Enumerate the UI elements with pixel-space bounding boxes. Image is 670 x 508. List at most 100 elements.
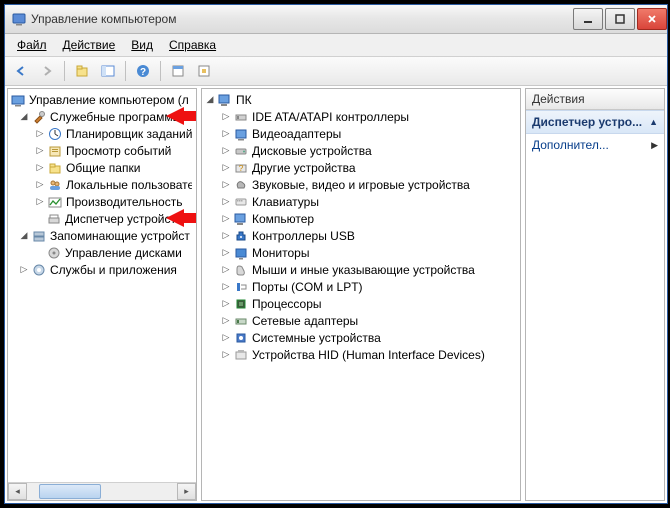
tree-label: Локальные пользовате <box>66 178 192 192</box>
tree-label: Контроллеры USB <box>252 229 355 243</box>
scroll-left-button[interactable]: ◂ <box>8 483 27 500</box>
tree-item-eventviewer[interactable]: ▷ Просмотр событий <box>8 142 196 159</box>
device-icon <box>233 177 249 193</box>
expand-icon[interactable]: ▷ <box>220 332 232 344</box>
middle-pane: ◢ ПК ▷IDE ATA/ATAPI контроллеры▷Видеоада… <box>201 88 521 501</box>
device-icon <box>233 126 249 142</box>
expand-icon[interactable]: ▷ <box>220 162 232 174</box>
expand-icon[interactable]: ▷ <box>220 145 232 157</box>
expand-icon[interactable]: ▷ <box>34 162 46 174</box>
tree-label: Порты (COM и LPT) <box>252 280 363 294</box>
device-icon <box>233 330 249 346</box>
menu-help[interactable]: Справка <box>161 36 224 54</box>
forward-button[interactable] <box>35 59 59 83</box>
properties-button[interactable] <box>166 59 190 83</box>
tree-item-sharedfolders[interactable]: ▷ Общие папки <box>8 159 196 176</box>
body: Управление компьютером (л ◢ Служебные пр… <box>5 86 667 503</box>
tree-group-services[interactable]: ▷ Службы и приложения <box>8 261 196 278</box>
device-category[interactable]: ▷Клавиатуры <box>202 193 520 210</box>
tree-root[interactable]: Управление компьютером (л <box>8 91 196 108</box>
device-category[interactable]: ▷Мониторы <box>202 244 520 261</box>
device-root[interactable]: ◢ ПК <box>202 91 520 108</box>
tree-label: Общие папки <box>66 161 140 175</box>
expand-icon[interactable]: ▷ <box>220 128 232 140</box>
expand-icon[interactable]: ▷ <box>34 196 46 208</box>
expand-icon[interactable]: ▷ <box>18 264 30 276</box>
close-button[interactable] <box>637 8 667 30</box>
minimize-button[interactable] <box>573 8 603 30</box>
expand-icon[interactable]: ▷ <box>34 128 46 140</box>
collapse-icon[interactable]: ◢ <box>204 94 216 106</box>
menu-action[interactable]: Действие <box>55 36 124 54</box>
device-category[interactable]: ▷?Другие устройства <box>202 159 520 176</box>
actions-header: Действия <box>526 89 664 110</box>
scroll-track[interactable] <box>27 483 177 500</box>
scroll-right-button[interactable]: ▸ <box>177 483 196 500</box>
tree-item-scheduler[interactable]: ▷ Планировщик заданий <box>8 125 196 142</box>
device-category[interactable]: ▷Компьютер <box>202 210 520 227</box>
expand-icon[interactable]: ▷ <box>220 179 232 191</box>
device-category[interactable]: ▷Устройства HID (Human Interface Devices… <box>202 346 520 363</box>
tree-label: Видеоадаптеры <box>252 127 341 141</box>
tree-label: Службы и приложения <box>50 263 177 277</box>
device-icon: ? <box>233 160 249 176</box>
expand-icon[interactable]: ▷ <box>220 247 232 259</box>
expand-icon[interactable]: ▷ <box>220 111 232 123</box>
expand-icon[interactable]: ▷ <box>220 281 232 293</box>
tree-item-performance[interactable]: ▷ Производительность <box>8 193 196 210</box>
device-category[interactable]: ▷Звуковые, видео и игровые устройства <box>202 176 520 193</box>
actions-section-label: Диспетчер устро... <box>532 115 642 129</box>
maximize-button[interactable] <box>605 8 635 30</box>
expand-icon[interactable]: ▷ <box>220 349 232 361</box>
device-icon <box>233 109 249 125</box>
tree-item-localusers[interactable]: ▷ Локальные пользовате <box>8 176 196 193</box>
help-button[interactable]: ? <box>131 59 155 83</box>
titlebar: Управление компьютером <box>5 5 667 34</box>
tree-label: Запоминающие устройст <box>50 229 190 243</box>
device-icon <box>233 228 249 244</box>
device-icon <box>233 194 249 210</box>
refresh-button[interactable] <box>192 59 216 83</box>
device-category[interactable]: ▷IDE ATA/ATAPI контроллеры <box>202 108 520 125</box>
left-pane: Управление компьютером (л ◢ Служебные пр… <box>7 88 197 501</box>
device-category[interactable]: ▷ Порты (COM и LPT) <box>202 278 520 295</box>
tree-label: Процессоры <box>252 297 322 311</box>
device-category[interactable]: ▷Сетевые адаптеры <box>202 312 520 329</box>
storage-icon <box>31 228 47 244</box>
expand-icon[interactable]: ▷ <box>34 145 46 157</box>
expand-icon[interactable]: ▷ <box>220 230 232 242</box>
services-icon <box>31 262 47 278</box>
device-category[interactable]: ▷ Видеоадаптеры <box>202 125 520 142</box>
menubar: Файл Действие Вид Справка <box>5 34 667 57</box>
svg-text:?: ? <box>239 164 244 173</box>
expand-icon[interactable]: ▷ <box>220 213 232 225</box>
device-category[interactable]: ▷ Процессоры <box>202 295 520 312</box>
expand-icon[interactable]: ▷ <box>220 298 232 310</box>
expand-icon[interactable]: ▷ <box>220 196 232 208</box>
tree-label: Просмотр событий <box>66 144 171 158</box>
menu-file[interactable]: Файл <box>9 36 55 54</box>
device-category[interactable]: ▷Дисковые устройства <box>202 142 520 159</box>
device-category[interactable]: ▷Мыши и иные указывающие устройства <box>202 261 520 278</box>
collapse-icon[interactable]: ◢ <box>18 111 30 123</box>
collapse-icon[interactable]: ◢ <box>18 230 30 242</box>
device-manager-icon <box>46 211 62 227</box>
scroll-thumb[interactable] <box>39 484 101 499</box>
back-button[interactable] <box>9 59 33 83</box>
actions-section[interactable]: Диспетчер устро... ▲ <box>526 110 664 134</box>
menu-view[interactable]: Вид <box>123 36 161 54</box>
tree-group-storage[interactable]: ◢ Запоминающие устройст <box>8 227 196 244</box>
expand-icon[interactable]: ▷ <box>220 264 232 276</box>
show-hide-tree-button[interactable] <box>96 59 120 83</box>
expand-icon[interactable]: ▷ <box>220 315 232 327</box>
toolbar-separator <box>160 61 161 81</box>
horizontal-scrollbar[interactable]: ◂ ▸ <box>8 482 196 500</box>
up-button[interactable] <box>70 59 94 83</box>
annotation-arrow-icon <box>166 107 184 125</box>
actions-more-link[interactable]: Дополнител... ▶ <box>526 134 664 156</box>
device-category[interactable]: ▷Системные устройства <box>202 329 520 346</box>
event-log-icon <box>47 143 63 159</box>
expand-icon[interactable]: ▷ <box>34 179 46 191</box>
tree-item-diskmgmt[interactable]: Управление дисками <box>8 244 196 261</box>
device-category[interactable]: ▷ Контроллеры USB <box>202 227 520 244</box>
